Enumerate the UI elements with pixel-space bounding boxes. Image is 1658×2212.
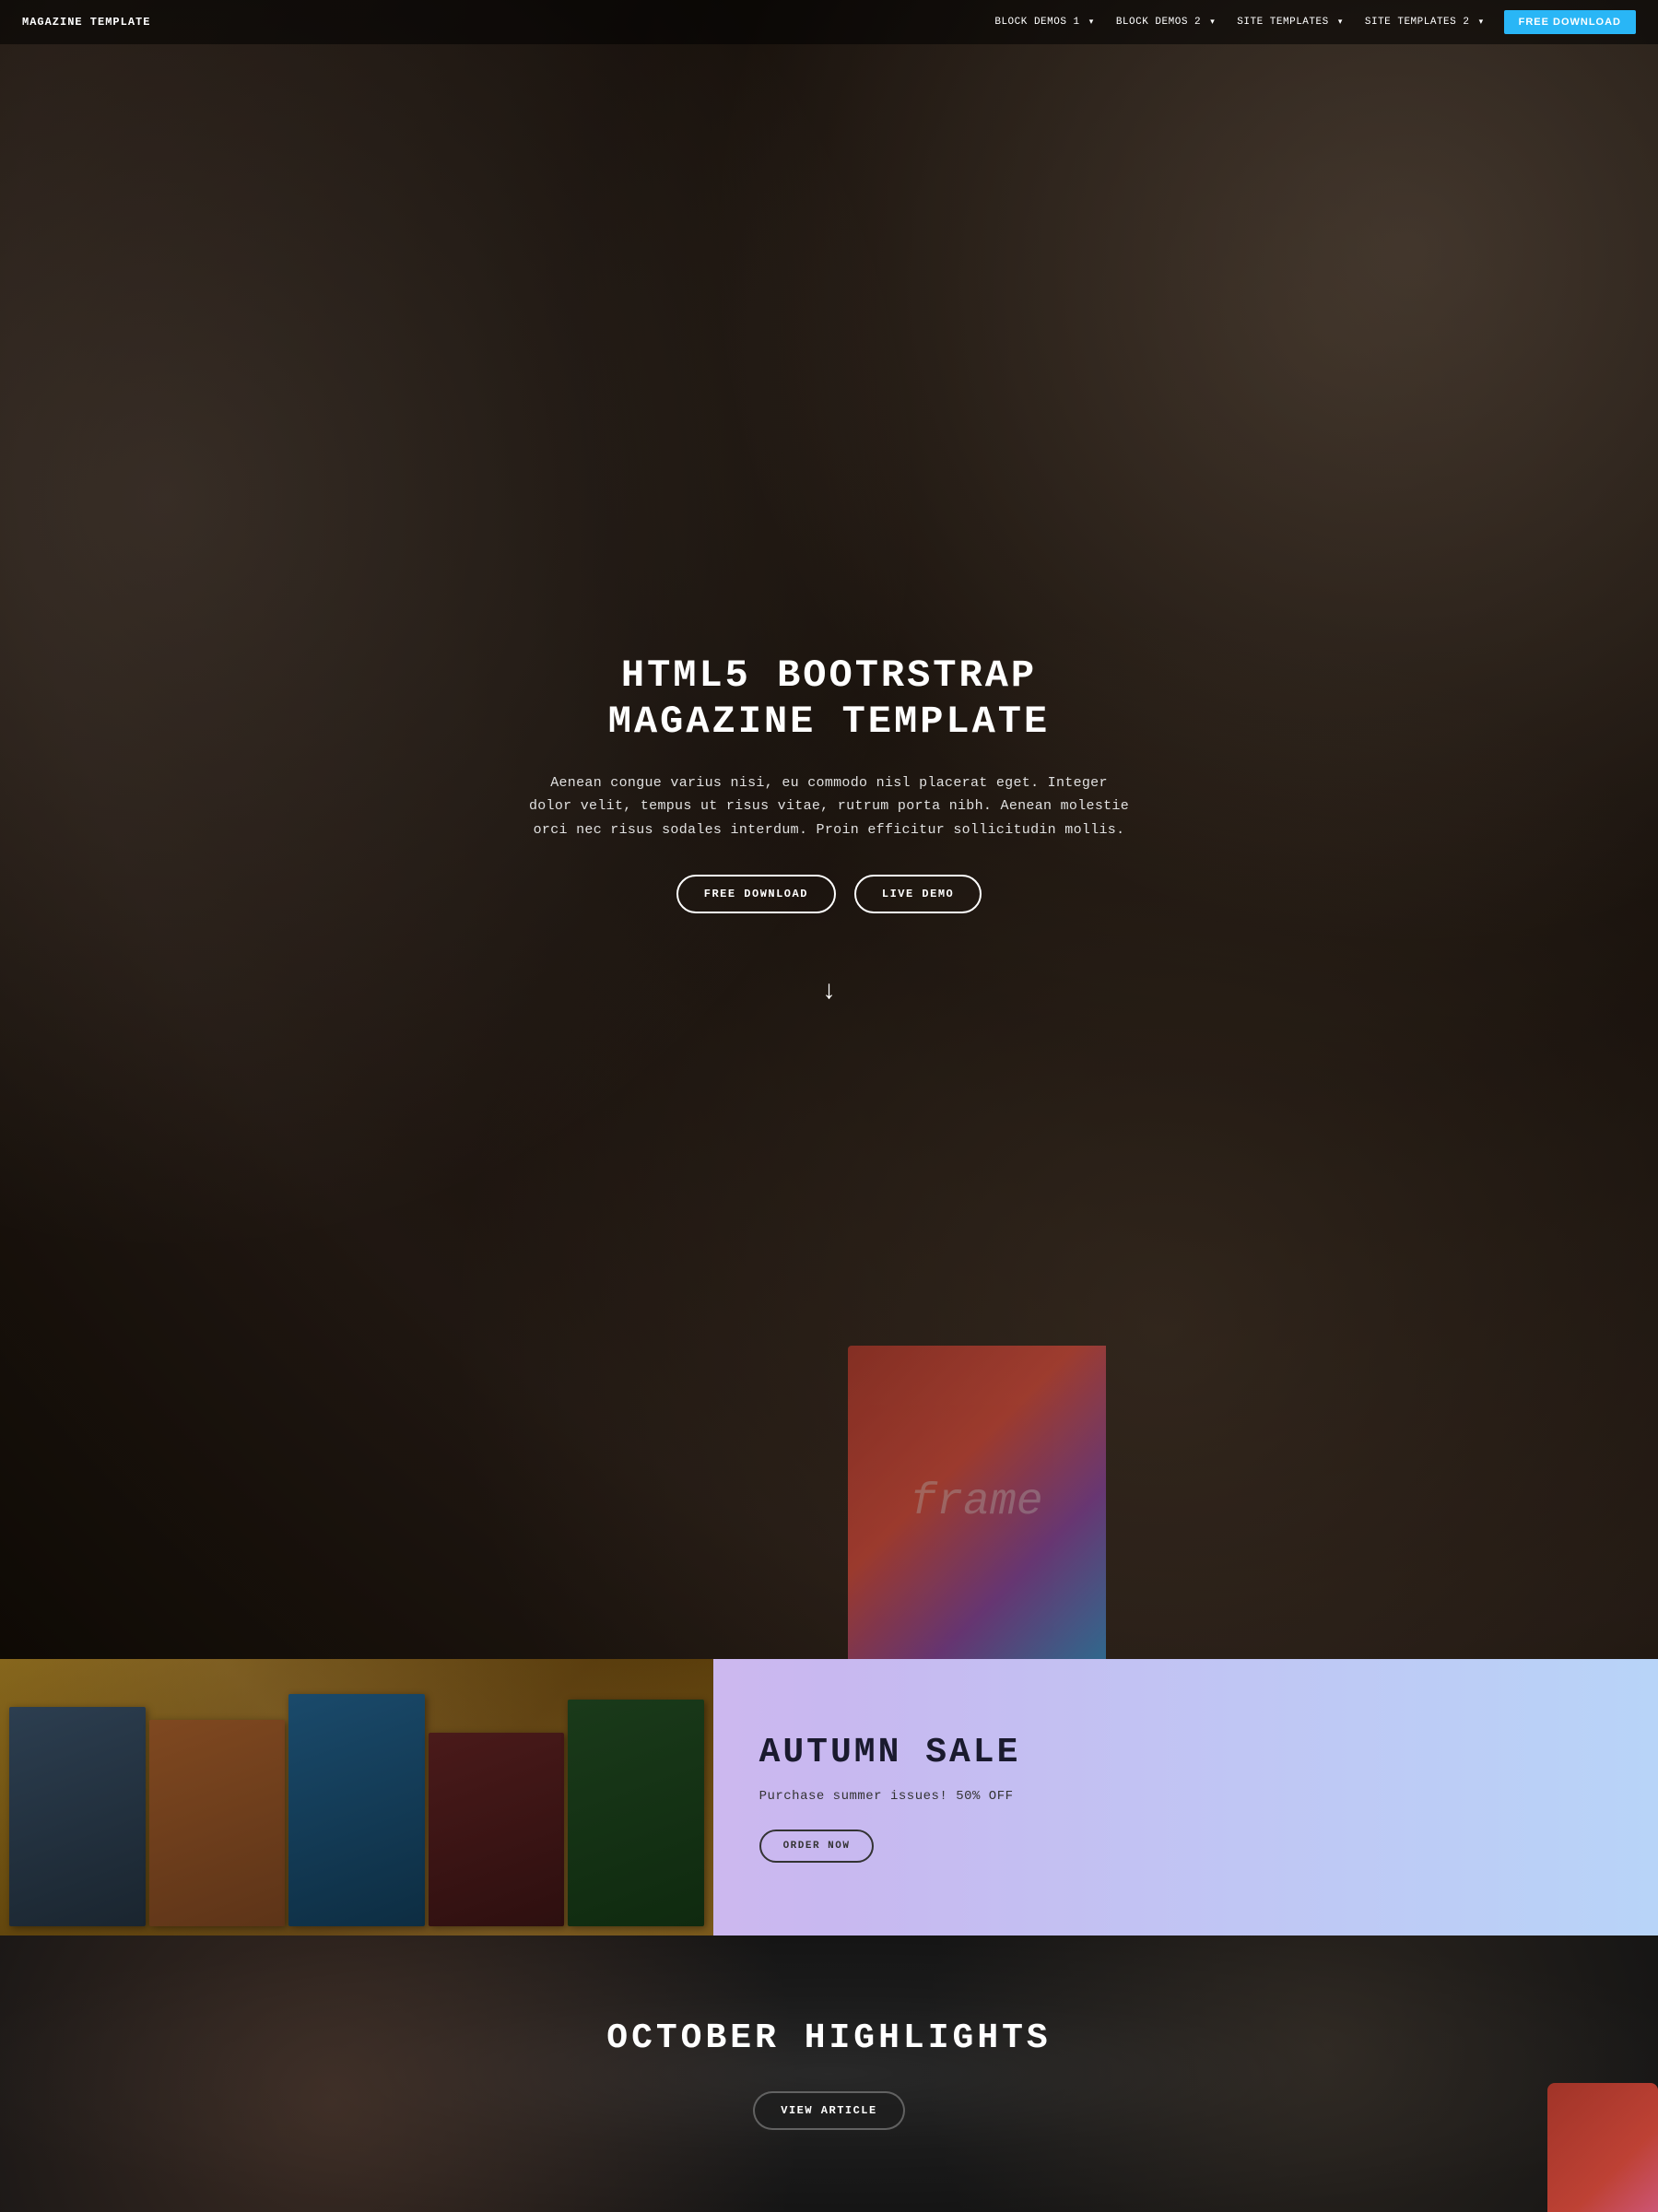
order-now-button[interactable]: ORDER NOW [759,1830,875,1863]
nav-free-download-button[interactable]: FREE DOWNLOAD [1504,10,1636,34]
navbar: MAGAZINE TEMPLATE BLOCK DEMOS 1 ▾ BLOCK … [0,0,1658,44]
hero-description: Aenean congue varius nisi, eu commodo ni… [525,771,1134,842]
nav-link-block-demos-2[interactable]: BLOCK DEMOS 2 ▾ [1107,11,1224,33]
scroll-down-arrow[interactable]: ↓ [821,978,837,1006]
autumn-image [0,1659,713,1936]
magazine-cover-1 [9,1707,146,1926]
hero-buttons: FREE DOWNLOAD LIVE DEMO [525,875,1134,913]
hero-title: HTML5 BOOTRSTRAP MAGAZINE TEMPLATE [525,653,1134,746]
hero-free-download-button[interactable]: FREE DOWNLOAD [676,875,836,913]
hero-content: HTML5 BOOTRSTRAP MAGAZINE TEMPLATE Aenea… [507,653,1152,969]
nav-links: BLOCK DEMOS 1 ▾ BLOCK DEMOS 2 ▾ SITE TEM… [985,10,1636,34]
chevron-down-icon: ▾ [1338,18,1343,27]
hero-section: HTML5 BOOTRSTRAP MAGAZINE TEMPLATE Aenea… [0,0,1658,1659]
magazine-cover-2 [149,1720,286,1926]
autumn-sale-section: AUTUMN SALE Purchase summer issues! 50% … [0,1659,1658,1936]
autumn-title: AUTUMN SALE [759,1733,1612,1772]
october-section: OCTOBER HIGHLIGHTS VIEW ARTICLE [0,1936,1658,2212]
hero-book-decoration [848,1346,1106,1659]
nav-link-site-templates[interactable]: SITE TEMPLATES ▾ [1228,11,1352,33]
nav-link-site-templates-2[interactable]: SITE TEMPLATES 2 ▾ [1356,11,1493,33]
magazine-cover-4 [429,1733,565,1926]
magazine-covers [0,1659,713,1936]
chevron-down-icon: ▾ [1479,18,1484,27]
hero-live-demo-button[interactable]: LIVE DEMO [854,875,982,913]
chevron-down-icon: ▾ [1089,18,1094,27]
october-title: OCTOBER HIGHLIGHTS [606,2018,1051,2058]
magazine-cover-3 [288,1694,425,1926]
nav-link-block-demos-1[interactable]: BLOCK DEMOS 1 ▾ [985,11,1102,33]
nav-brand: MAGAZINE TEMPLATE [22,16,150,29]
view-article-button[interactable]: VIEW ARTICLE [753,2091,904,2130]
autumn-content: AUTUMN SALE Purchase summer issues! 50% … [713,1659,1658,1936]
chevron-down-icon: ▾ [1210,18,1215,27]
autumn-description: Purchase summer issues! 50% OFF [759,1789,1612,1804]
magazine-cover-5 [568,1700,704,1926]
